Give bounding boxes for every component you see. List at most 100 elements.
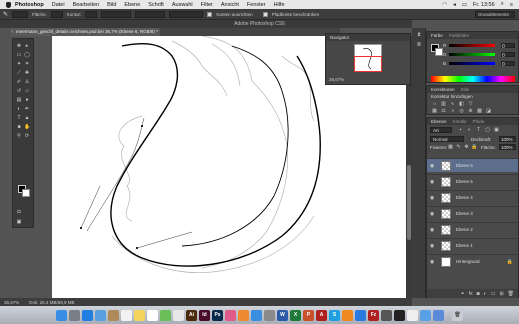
dock-calculator-icon[interactable] [381,309,392,321]
visibility-eye-icon[interactable]: ◉ [427,227,437,233]
navigator-view-box[interactable] [354,56,382,72]
dock-mail-icon[interactable] [95,309,106,321]
menu-schrift[interactable]: Schrift [148,2,164,8]
delete-layer-icon[interactable]: 🗑 [508,291,514,297]
lock-all-icon[interactable]: 🔒 [471,144,478,150]
healing-tool-icon[interactable]: ✚ [24,70,30,76]
quick-select-tool-icon[interactable]: ✦ [16,61,22,67]
dock-safari-icon[interactable] [82,309,93,321]
menu-bild[interactable]: Bild [107,2,116,8]
dock-ibooks-icon[interactable] [238,309,249,321]
layer-thumbnail[interactable] [441,208,451,219]
dock-illustrator-icon[interactable]: Ai [186,309,197,321]
artboard-tool-icon[interactable]: ▸ [24,43,30,49]
visibility-eye-icon[interactable]: ◉ [427,163,437,169]
dock-folder-icon[interactable] [420,309,431,321]
menu-auswahl[interactable]: Auswahl [172,2,193,8]
dock-dropbox-icon[interactable] [355,309,366,321]
dock-filezilla-icon[interactable]: Fz [368,309,379,321]
vibrance-icon[interactable]: ▽ [467,101,474,107]
layer-kind-filter[interactable]: Art [430,127,452,133]
lasso-tool-icon[interactable]: ◯ [24,52,30,58]
screen-mode-icon[interactable]: ▣ [16,219,22,225]
channel-mixer-icon[interactable]: ⊕ [467,108,474,114]
workspace-select[interactable]: Grundelemente [475,10,515,18]
brightness-icon[interactable]: ☼ [431,101,438,107]
vertical-scroll-thumb[interactable] [407,165,411,240]
color-background-swatch[interactable] [435,48,443,56]
pen-tool-icon[interactable]: ✒ [24,106,30,112]
dock-photoshop-icon[interactable]: Ps [212,309,223,321]
hue-saturation-icon[interactable]: ▦ [431,108,438,114]
dock-terminal-icon[interactable] [394,309,405,321]
navigator-zoom[interactable]: 36,67% [329,77,344,82]
dock-maps-icon[interactable] [160,309,171,321]
menu-bearbeiten[interactable]: Bearbeiten [73,2,100,8]
visibility-eye-icon[interactable]: ◉ [427,195,437,201]
new-layer-icon[interactable]: ⊞ [499,291,503,297]
menu-fenster[interactable]: Fenster [247,2,266,8]
tab-swatches[interactable]: Farbfelder [449,32,470,39]
eraser-tool-icon[interactable]: ▱ [24,88,30,94]
quick-mask-icon[interactable]: ◘ [16,209,22,215]
layer-row[interactable]: ◉ Ebene 6 [427,158,518,172]
dock-excel-icon[interactable]: X [290,309,301,321]
new-group-icon[interactable]: ▭ [491,291,496,297]
properties-panel-icon[interactable]: ≣ [416,42,422,48]
dock-textedit-icon[interactable] [407,309,418,321]
layer-row[interactable]: ◉ Ebene 5 [427,174,518,188]
dock-indesign-icon[interactable]: Id [199,309,210,321]
tab-adjustments[interactable]: Korrekturen [431,86,455,93]
battery-icon[interactable]: ▭ [462,2,467,8]
layer-name[interactable]: Ebene 6 [456,163,473,168]
dock-photos-icon[interactable] [173,309,184,321]
pen-tool-icon[interactable]: ✎ [3,11,8,18]
black-white-icon[interactable]: ◑ [449,108,456,114]
gradient-tool-icon[interactable]: ▤ [16,97,22,103]
path-select-tool-icon[interactable]: ▲ [24,115,30,121]
tool-mode-select[interactable] [12,10,29,18]
layer-thumbnail[interactable] [441,240,451,251]
menu-ebene[interactable]: Ebene [124,2,140,8]
curves-icon[interactable]: ∿ [449,101,456,107]
levels-icon[interactable]: ▥ [440,101,447,107]
menu-hilfe[interactable]: Hilfe [274,2,285,8]
dock-preferences-icon[interactable] [264,309,275,321]
exposure-icon[interactable]: ◧ [458,101,465,107]
eyedropper-tool-icon[interactable]: ⟋ [16,70,22,76]
status-zoom[interactable]: 36,67% [4,300,19,305]
dock-acrobat-icon[interactable]: A [316,309,327,321]
dock-skype-icon[interactable]: S [329,309,340,321]
constrain-path-checkbox[interactable] [262,11,268,17]
type-tool-icon[interactable]: T [16,115,22,121]
layer-row[interactable]: ◉ Ebene 3 [427,206,518,220]
crop-tool-icon[interactable]: ⌗ [24,61,30,67]
contour-width-field[interactable] [101,10,132,18]
dock-downloads-icon[interactable] [433,309,444,321]
hand-tool-icon[interactable]: ✋ [24,124,30,130]
color-balance-icon[interactable]: ⚖ [440,108,447,114]
close-tab-icon[interactable]: × [11,28,14,36]
wifi-icon[interactable]: ◠ [442,2,447,8]
dock-reminders-icon[interactable] [147,309,158,321]
align-edges-checkbox[interactable] [207,11,213,17]
layer-name[interactable]: Ebene 5 [456,179,473,184]
link-layers-icon[interactable]: ⚭ [461,291,465,297]
dock-powerpoint-icon[interactable]: P [303,309,314,321]
filter-type-icon[interactable]: T [475,127,482,133]
marquee-tool-icon[interactable]: ▭ [16,52,22,58]
apple-icon[interactable] [6,1,11,8]
layer-style-icon[interactable]: fx [469,291,473,297]
layer-thumbnail[interactable] [441,224,451,235]
tab-channels[interactable]: Kanäle [453,118,467,125]
lock-position-icon[interactable]: ✥ [463,144,470,150]
dock-finder-icon[interactable] [56,309,67,321]
blur-tool-icon[interactable]: ● [24,97,30,103]
filter-adjust-icon[interactable]: ◐ [466,127,473,133]
rotate-view-tool-icon[interactable]: ⟳ [24,133,30,139]
layer-row[interactable]: ◉ Ebene 4 [427,190,518,204]
layer-thumbnail[interactable] [441,176,451,187]
dock-launchpad-icon[interactable] [69,309,80,321]
layer-thumbnail[interactable] [441,256,451,267]
dock-vlc-icon[interactable] [342,309,353,321]
